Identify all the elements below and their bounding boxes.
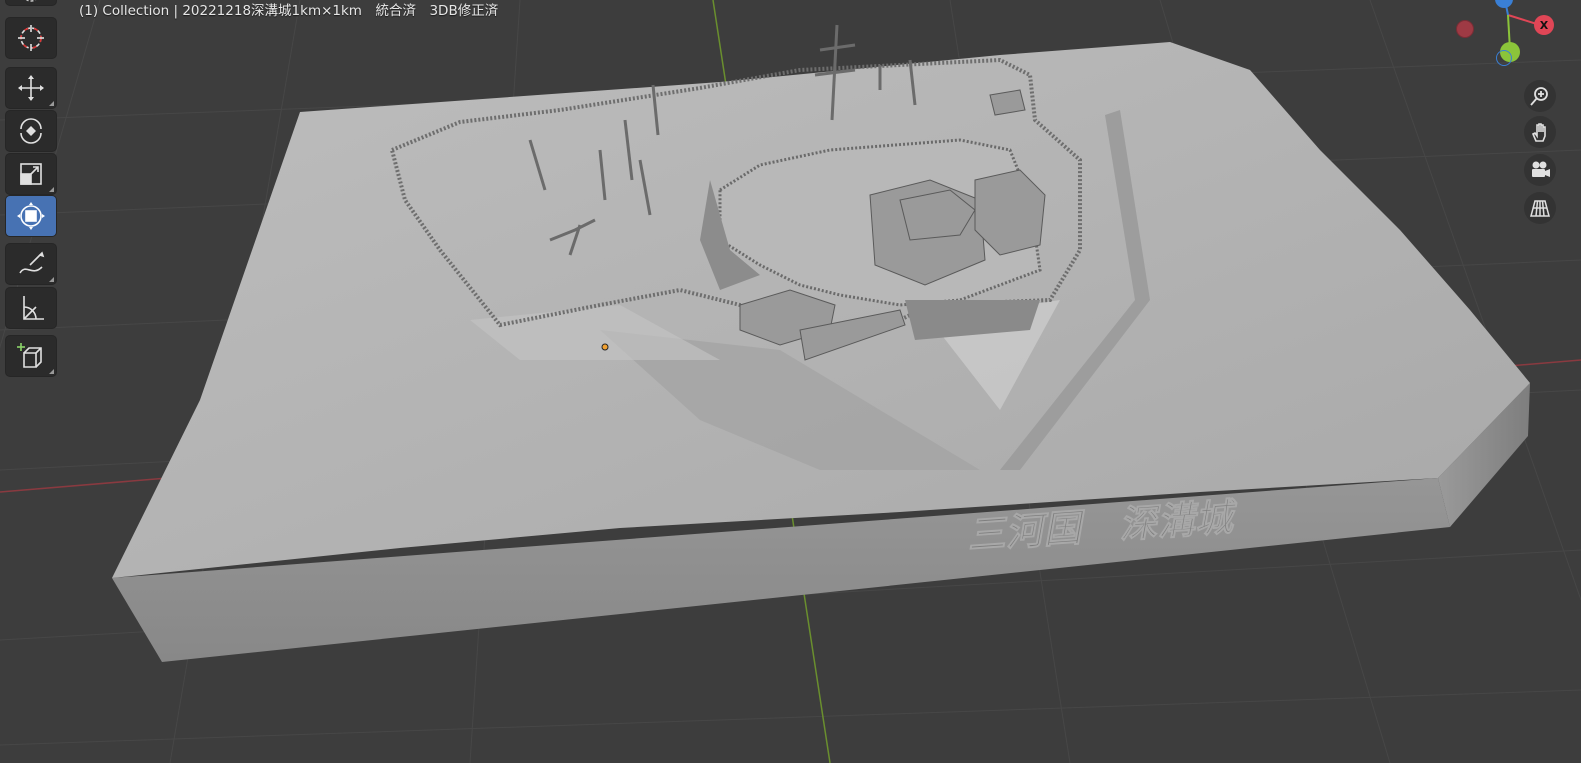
viewport-header-title: (1) Collection | 20221218深溝城1km×1km 統合済 …	[79, 3, 499, 19]
gizmo-x-axis[interactable]: X	[1534, 15, 1554, 35]
tool-select-box[interactable]	[6, 0, 56, 5]
tool-move[interactable]	[6, 68, 56, 108]
scene-canvas[interactable]: 三河国 深溝城	[0, 0, 1581, 763]
gizmo-neg-z-axis[interactable]	[1496, 50, 1512, 66]
camera-view-button[interactable]	[1524, 154, 1556, 186]
object-origin	[601, 343, 609, 351]
move-icon	[18, 75, 44, 101]
transform-icon	[17, 202, 45, 230]
select-box-icon	[25, 0, 37, 2]
measure-icon	[23, 296, 44, 320]
cursor-icon	[18, 25, 44, 51]
scale-icon	[20, 163, 42, 185]
gizmo-neg-x-axis[interactable]	[1456, 20, 1474, 38]
zoom-button[interactable]	[1524, 80, 1556, 112]
tool-annotate[interactable]	[6, 244, 56, 284]
orthographic-toggle-button[interactable]	[1524, 192, 1556, 224]
tool-measure[interactable]	[6, 288, 56, 328]
castle-terrain-model: 三河国 深溝城	[112, 24, 1530, 662]
tool-transform[interactable]	[6, 196, 56, 236]
zoom-icon	[1530, 87, 1548, 106]
camera-icon	[1532, 161, 1550, 177]
pan-button[interactable]	[1524, 116, 1556, 148]
tool-add-cube[interactable]	[6, 336, 56, 376]
tool-cursor[interactable]	[6, 18, 56, 58]
annotate-icon	[19, 251, 45, 274]
rotate-icon	[20, 118, 42, 144]
grid-icon	[1530, 200, 1550, 217]
tool-scale[interactable]	[6, 154, 56, 194]
add-cube-icon	[17, 343, 42, 368]
hand-pan-icon	[1531, 123, 1546, 142]
tool-rotate[interactable]	[6, 111, 56, 151]
navigation-gizmo[interactable]: X	[1450, 0, 1570, 70]
3d-viewport[interactable]: 三河国 深溝城 (1) Collection | 20221218深溝城1km×…	[0, 0, 1581, 763]
